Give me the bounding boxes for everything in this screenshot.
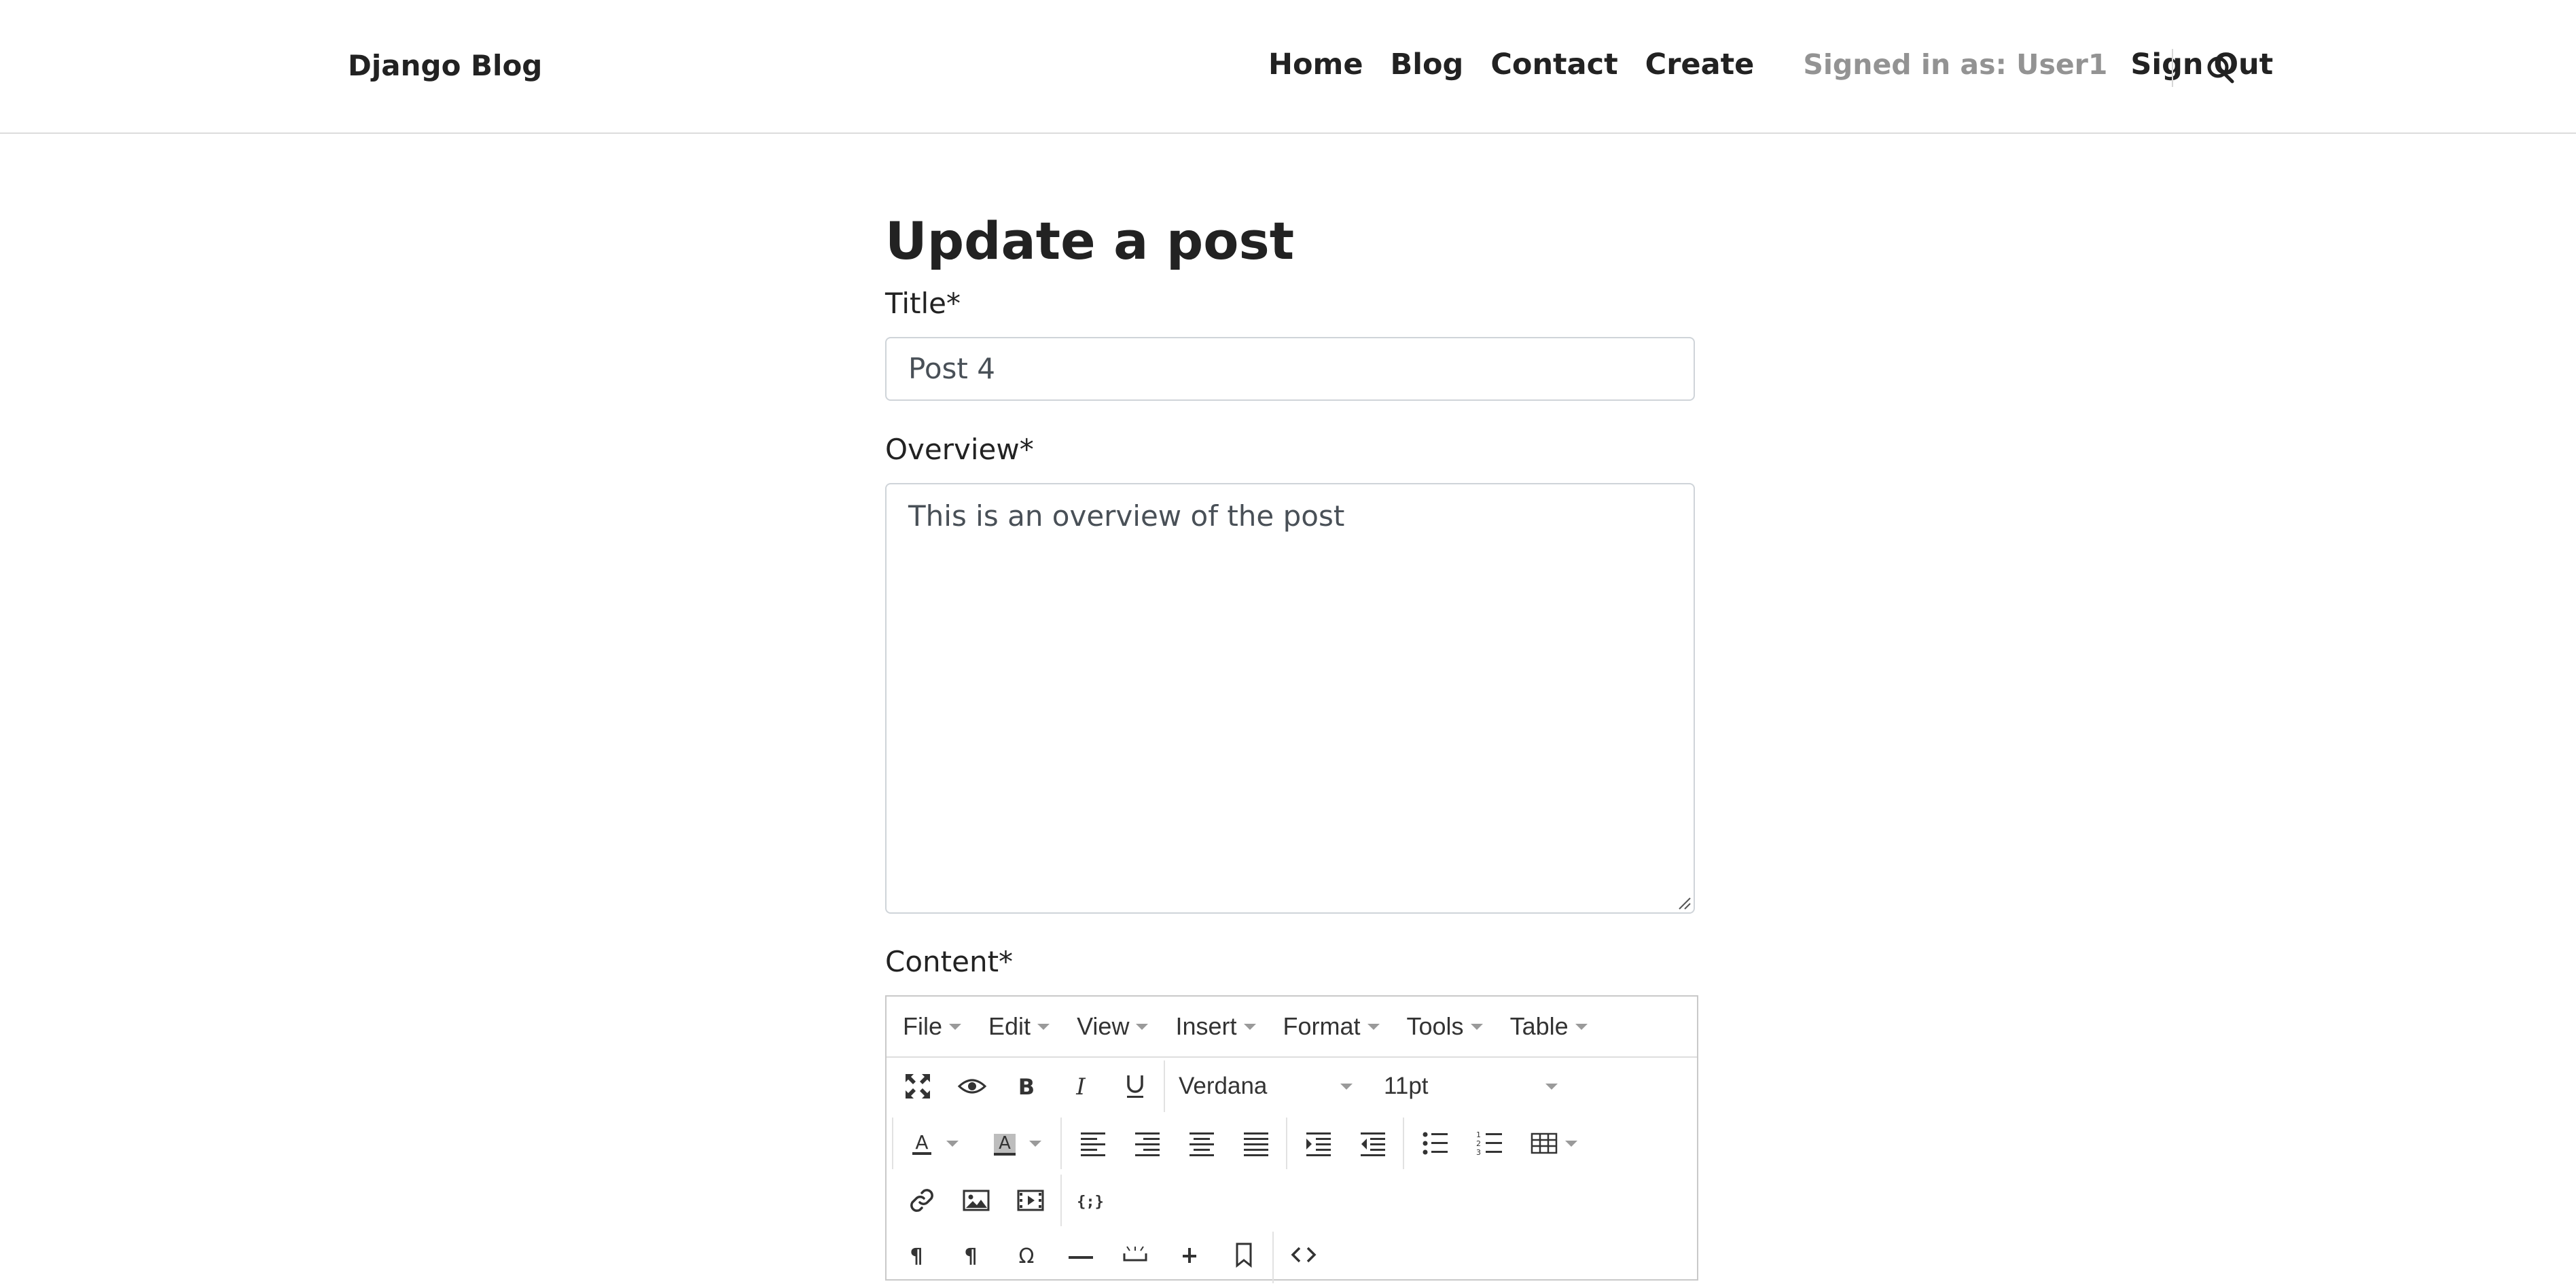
svg-text:{;}: {;} <box>1077 1194 1104 1211</box>
content-editor: File Edit View Insert Format Tools Table… <box>885 995 1698 1283</box>
menu-file[interactable]: File <box>903 1012 962 1041</box>
horizontal-rule-icon[interactable] <box>1060 1234 1101 1275</box>
nav-contact[interactable]: Contact <box>1490 48 1617 82</box>
bold-icon[interactable]: B <box>1006 1066 1047 1107</box>
overview-textarea[interactable]: This is an overview of the post <box>885 483 1695 914</box>
fullscreen-icon[interactable] <box>897 1066 938 1107</box>
numbered-list-icon[interactable]: 123 <box>1469 1123 1510 1164</box>
chevron-down-icon <box>1037 1023 1050 1030</box>
chevron-down-icon <box>949 1023 962 1030</box>
title-label: Title* <box>885 287 961 320</box>
toolbar-separator <box>1060 1175 1062 1226</box>
top-navbar: Django Blog Home Blog Contact Create Sig… <box>0 0 2576 134</box>
chevron-down-icon <box>1029 1140 1041 1147</box>
brand-logo[interactable]: Django Blog <box>348 49 542 82</box>
nav-home[interactable]: Home <box>1268 48 1363 82</box>
text-color-icon[interactable]: A <box>901 1123 942 1164</box>
svg-text:B: B <box>1018 1074 1035 1100</box>
menu-view[interactable]: View <box>1077 1012 1149 1041</box>
signed-in-status: Signed in as: User1 <box>1803 48 2108 81</box>
menu-format[interactable]: Format <box>1283 1012 1380 1041</box>
source-code-icon[interactable] <box>1283 1234 1324 1275</box>
page-title: Update a post <box>885 211 1295 271</box>
chevron-down-icon <box>1367 1023 1380 1030</box>
title-input[interactable]: Post 4 <box>885 337 1695 401</box>
nonbreaking-space-icon[interactable] <box>1115 1234 1156 1275</box>
overview-label: Overview* <box>885 433 1034 466</box>
svg-text:¶: ¶ <box>964 1245 977 1268</box>
content-label: Content* <box>885 945 1014 978</box>
toolbar-separator <box>1060 1118 1062 1169</box>
background-color-icon[interactable]: A <box>984 1123 1025 1164</box>
toolbar-row-2: A A 1 2 3 <box>887 1115 1697 1172</box>
chevron-down-icon <box>1470 1023 1483 1030</box>
toolbar-separator <box>1286 1118 1287 1169</box>
nav-create[interactable]: Create <box>1645 48 1755 82</box>
media-icon[interactable] <box>1010 1180 1051 1221</box>
outdent-icon[interactable] <box>1353 1123 1393 1164</box>
toolbar-row-1: B I Verdana 11pt <box>887 1058 1697 1115</box>
chevron-down-icon <box>1565 1140 1577 1147</box>
underline-icon[interactable] <box>1115 1066 1156 1107</box>
menu-insert[interactable]: Insert <box>1175 1012 1256 1041</box>
toolbar-row-3: {;} <box>887 1172 1697 1229</box>
align-justify-icon[interactable] <box>1236 1123 1276 1164</box>
chevron-down-icon <box>1340 1084 1353 1090</box>
align-left-icon[interactable] <box>1073 1123 1113 1164</box>
main-nav: Home Blog Contact Create Signed in as: U… <box>1268 48 2300 82</box>
svg-text:Ω: Ω <box>1019 1245 1035 1268</box>
anchor-icon[interactable] <box>1223 1234 1264 1275</box>
rtl-paragraph-icon[interactable]: ¶ <box>952 1234 992 1275</box>
toolbar-separator <box>1272 1232 1274 1283</box>
menu-tools[interactable]: Tools <box>1407 1012 1483 1041</box>
svg-text:1: 1 <box>1476 1130 1481 1139</box>
menu-table[interactable]: Table <box>1510 1012 1588 1041</box>
sign-out-link[interactable]: Sign Out <box>2130 48 2273 82</box>
preview-icon[interactable] <box>952 1066 992 1107</box>
nav-blog[interactable]: Blog <box>1391 48 1464 82</box>
page-break-icon[interactable] <box>1169 1234 1210 1275</box>
chevron-down-icon <box>1243 1023 1256 1030</box>
menu-edit[interactable]: Edit <box>988 1012 1050 1041</box>
chevron-down-icon <box>1136 1023 1149 1030</box>
nav-divider <box>2172 49 2173 87</box>
indent-icon[interactable] <box>1298 1123 1339 1164</box>
svg-text:¶: ¶ <box>910 1245 923 1268</box>
svg-text:3: 3 <box>1476 1148 1481 1157</box>
link-icon[interactable] <box>901 1180 942 1221</box>
chevron-down-icon <box>1545 1084 1558 1090</box>
background-color-dropdown[interactable] <box>1020 1123 1044 1164</box>
chevron-down-icon <box>946 1140 959 1147</box>
svg-text:I: I <box>1075 1073 1086 1101</box>
resize-handle-icon[interactable] <box>1677 895 1692 910</box>
code-sample-icon[interactable]: {;} <box>1070 1180 1111 1221</box>
search-icon[interactable] <box>2204 53 2236 86</box>
align-right-icon[interactable] <box>1127 1123 1168 1164</box>
toolbar-separator <box>892 1118 893 1169</box>
font-family-select[interactable]: Verdana <box>1179 1066 1353 1107</box>
align-center-icon[interactable] <box>1181 1123 1222 1164</box>
special-char-icon[interactable]: Ω <box>1006 1234 1047 1275</box>
svg-text:2: 2 <box>1476 1139 1481 1148</box>
font-size-select[interactable]: 11pt <box>1384 1066 1558 1107</box>
toolbar-row-4: ¶ ¶ Ω <box>887 1229 1697 1286</box>
table-dropdown[interactable] <box>1558 1123 1578 1164</box>
image-icon[interactable] <box>956 1180 997 1221</box>
svg-text:A: A <box>999 1133 1011 1154</box>
chevron-down-icon <box>1575 1023 1588 1030</box>
toolbar-separator <box>1164 1060 1165 1112</box>
toolbar-separator <box>1403 1118 1404 1169</box>
italic-icon[interactable]: I <box>1060 1066 1101 1107</box>
bullet-list-icon[interactable] <box>1415 1123 1456 1164</box>
svg-text:A: A <box>915 1131 928 1154</box>
ltr-paragraph-icon[interactable]: ¶ <box>897 1234 938 1275</box>
text-color-dropdown[interactable] <box>937 1123 961 1164</box>
editor-menubar: File Edit View Insert Format Tools Table <box>887 997 1697 1058</box>
